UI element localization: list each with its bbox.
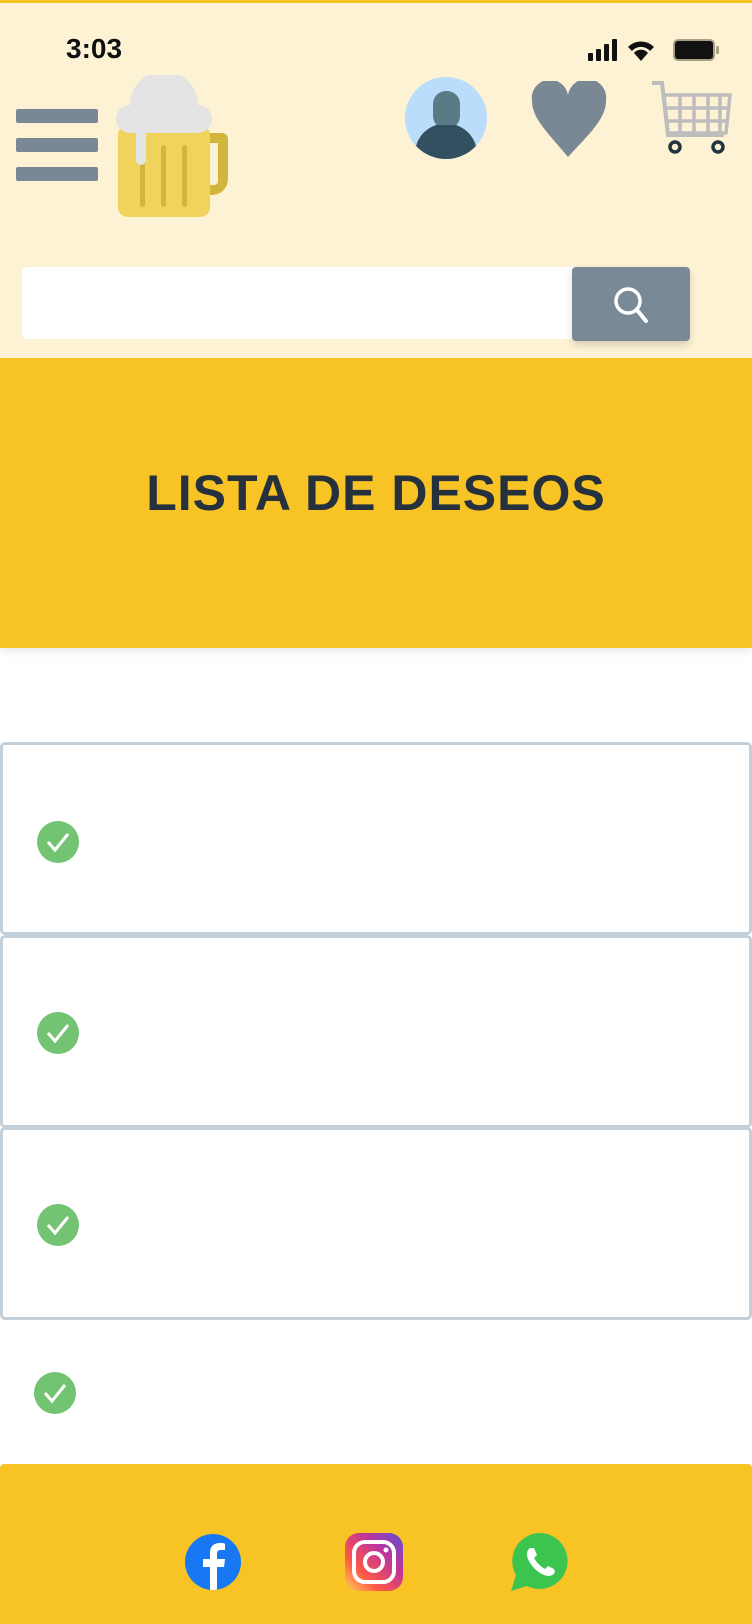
instagram-link[interactable]	[345, 1533, 403, 1591]
menu-button[interactable]	[0, 3, 100, 193]
beer-mug-icon[interactable]	[110, 75, 234, 221]
search-icon	[614, 287, 648, 323]
list-item[interactable]	[0, 935, 752, 1128]
page-banner: LISTA DE DESEOS	[0, 358, 752, 648]
header: 3:03	[0, 0, 752, 360]
instagram-icon	[345, 1533, 403, 1591]
heart-icon[interactable]	[530, 81, 610, 159]
hamburger-icon	[16, 109, 98, 123]
search-input[interactable]	[22, 267, 574, 339]
check-circle-icon	[37, 821, 79, 863]
whatsapp-icon	[511, 1533, 568, 1591]
shopping-cart-icon[interactable]	[650, 79, 734, 159]
page-title: LISTA DE DESEOS	[146, 465, 606, 521]
check-circle-icon	[34, 1372, 76, 1414]
whatsapp-link[interactable]	[510, 1533, 568, 1591]
check-circle-icon	[37, 1012, 79, 1054]
status-icons	[588, 39, 719, 61]
list-item[interactable]	[0, 742, 752, 935]
check-circle-icon	[37, 1204, 79, 1246]
facebook-icon	[185, 1534, 241, 1590]
facebook-link[interactable]	[184, 1533, 242, 1591]
search-button[interactable]	[572, 267, 690, 341]
user-avatar-icon[interactable]	[404, 75, 488, 161]
list-item[interactable]	[0, 1127, 752, 1320]
